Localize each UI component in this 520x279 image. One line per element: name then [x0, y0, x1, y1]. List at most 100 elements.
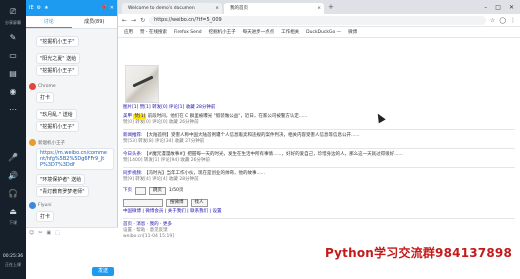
- pen-shape: [132, 75, 154, 88]
- share-screen-icon[interactable]: ⎚: [3, 4, 23, 19]
- screenshot-icon[interactable]: ⬚: [55, 230, 60, 236]
- divider: [123, 148, 515, 149]
- jump-page-button[interactable]: 跳页: [148, 187, 166, 195]
- bookmark-item[interactable]: 赞 - 在线搜索: [140, 29, 167, 35]
- chat-panel: IE ⚙ ★ 📌 ✕ 讨论 成员(89) "挖掘机小王子" "阳光之夏" 送给 …: [26, 0, 118, 279]
- bookmark-item[interactable]: 应用: [124, 29, 133, 35]
- page-content[interactable]: 图片[1] 赞[1] 转发[0] 评论[1] 收藏 28分钟前 美甲 赞[1] …: [118, 39, 520, 279]
- bookmark-item[interactable]: 挖掘机小王子: [209, 29, 236, 35]
- pin-icon[interactable]: 📌: [101, 5, 107, 11]
- tab-members[interactable]: 成员(89): [72, 16, 118, 28]
- next-page-link[interactable]: 下页: [123, 188, 132, 194]
- post-text: 前段时间，他们在 C 群里被曝光 "假装做公益"，近日，在家公司被警方认定...…: [147, 114, 308, 119]
- post-author[interactable]: 美甲: [123, 114, 132, 119]
- pen-icon[interactable]: ✎: [3, 30, 23, 45]
- weibo-post: 美甲 赞[1] 前段时间，他们在 C 群里被曝光 "假装做公益"，近日，在家公司…: [123, 114, 515, 126]
- post-image[interactable]: [125, 65, 159, 103]
- footer-links[interactable]: 中国微博 | 微博会员 | 关于我们 | 联系我们 | 设置: [123, 209, 515, 215]
- post-author[interactable]: 新闻推荐: [123, 133, 141, 138]
- weibo-post: 新闻推荐: 【大陆首例】受害人称中国大陆首例遭个人信息贩卖和违规的案件判决，相关…: [123, 133, 515, 145]
- chat-message-head: 新烟机小王子: [26, 138, 118, 147]
- avatar: [29, 202, 36, 209]
- highlighted-link[interactable]: 赞[1]: [133, 114, 147, 119]
- minimize-icon[interactable]: –: [484, 4, 487, 11]
- volume-icon[interactable]: 🔊: [3, 168, 23, 183]
- settings-icon[interactable]: ⚙: [37, 5, 41, 11]
- browser-tab[interactable]: Welcome to demo's documen ×: [122, 3, 222, 14]
- headphone-icon[interactable]: 🎧: [3, 186, 23, 201]
- chat-tabs: 讨论 成员(89): [26, 16, 117, 29]
- profile-icon[interactable]: ◯: [499, 17, 506, 24]
- bookmark-item[interactable]: DuckDuckGo —: [306, 30, 341, 35]
- weibo-post: 同步视频: 【冯时光】当年工作小伙，现在是创业的帅哥，他的故事...... 赞[…: [123, 171, 515, 183]
- image-icon[interactable]: ▣: [46, 230, 51, 236]
- new-tab-icon[interactable]: +: [328, 3, 334, 11]
- maximize-icon[interactable]: □: [495, 4, 501, 11]
- find-people-button[interactable]: 找人: [190, 199, 208, 207]
- camera-icon[interactable]: ◉: [3, 84, 23, 99]
- chat-message-list[interactable]: "挖掘机小王子" "阳光之夏" 送给 "挖掘机小王子" Chrome 打卡 "玖…: [26, 30, 118, 226]
- post-text: 【大陆首例】受害人称中国大陆首例遭个人信息贩卖和违规的案件判决，相关内容受害人信…: [143, 133, 360, 138]
- chat-username: Flyuni: [38, 203, 52, 208]
- post-text: 【冯时光】当年工作小伙，现在是创业的帅哥，他的故事......: [143, 171, 266, 176]
- chat-toolbar: ☺ ✂ ▣ ⬚: [26, 228, 118, 238]
- browser-window: Welcome to demo's documen × 我的首页 × + – □…: [118, 0, 520, 279]
- share-screen-label: 分享屏幕: [5, 20, 21, 25]
- close-window-icon[interactable]: ✕: [509, 4, 514, 11]
- page-input[interactable]: [135, 187, 146, 195]
- post-author[interactable]: 同步视频: [123, 171, 141, 176]
- bookmark-item[interactable]: 微博: [348, 29, 357, 35]
- chat-message: "青灯教育罗梦老师": [36, 186, 89, 197]
- tab-title: 我的首页: [230, 6, 248, 11]
- left-taskbar: ⎚ 分享屏幕 ✎ ▭ ▤ ◉ ⋯ 🎤 🔊 🎧 ⏏ 下课 00:25:36 正在上…: [0, 0, 26, 279]
- send-button[interactable]: 发送: [92, 267, 114, 276]
- search-weibo-button[interactable]: 搜微博: [166, 199, 188, 207]
- menu-icon[interactable]: ⋮: [510, 17, 516, 24]
- close-icon[interactable]: ×: [317, 3, 321, 14]
- close-icon[interactable]: ×: [215, 3, 219, 14]
- post-meta[interactable]: 赞[9] 转发[4] 评论[4] 收藏 28分钟前: [123, 177, 515, 183]
- browser-tab-active[interactable]: 我的首页 ×: [224, 3, 324, 14]
- chat-message: "环境保护者" 送给: [36, 174, 86, 185]
- chat-message: "挖掘机小王子": [36, 36, 79, 47]
- tab-discussion[interactable]: 讨论: [26, 16, 72, 28]
- bookmarks-bar: 应用 赞 - 在线搜索 Firefox Send 挖掘机小王子 每天进步一点点 …: [118, 27, 520, 38]
- mic-icon[interactable]: 🎤: [3, 150, 23, 165]
- emoji-icon[interactable]: ☺: [29, 230, 34, 236]
- chat-link-message[interactable]: https://m.weibo.cn/comment/hfg%5B2%5Dg6F…: [36, 148, 114, 170]
- chat-message-head: Chrome: [26, 82, 118, 91]
- post-meta[interactable]: 赞[0] 转发[0] 评论[0] 收藏 26分钟前: [123, 120, 515, 126]
- watermark-text: Python学习交流群984137898: [324, 246, 512, 260]
- chat-message: "玖月乱." 送给: [36, 109, 77, 120]
- avatar: [29, 83, 36, 90]
- bookmark-item[interactable]: Firefox Send: [174, 30, 202, 35]
- star-icon[interactable]: ☆: [490, 17, 495, 24]
- whiteboard-icon[interactable]: ▭: [3, 48, 23, 63]
- url-field[interactable]: https://weibo.cn/?tf=5_009: [149, 15, 486, 25]
- class-status: 正在上课: [5, 262, 21, 267]
- weibo-post: 今日头条: 【#魔咒漫漫故事#】把握每一天的时光，发生在生活中所有事情.....…: [123, 152, 515, 164]
- chat-input-area[interactable]: ☺ ✂ ▣ ⬚ 发送: [26, 227, 118, 279]
- back-icon[interactable]: ←: [122, 17, 127, 24]
- more-icon[interactable]: ⋯: [3, 102, 23, 117]
- chat-message: "挖掘机小王子": [36, 121, 79, 132]
- bookmark-item[interactable]: 每天进步一点点: [243, 29, 275, 35]
- post-author[interactable]: 今日头条: [123, 152, 141, 157]
- divider: [123, 167, 515, 168]
- bookmark-item[interactable]: 工作相关: [281, 29, 299, 35]
- search-input[interactable]: [123, 199, 163, 207]
- end-class-icon[interactable]: ⏏: [3, 204, 23, 219]
- chat-message: 打卡: [36, 211, 55, 222]
- close-icon[interactable]: ✕: [110, 5, 114, 11]
- star-icon[interactable]: ★: [44, 5, 48, 11]
- forward-icon[interactable]: →: [131, 17, 136, 24]
- post-actions[interactable]: 图片[1] 赞[1] 转发[0] 评论[1] 收藏 28分钟前: [123, 105, 515, 111]
- file-icon[interactable]: ▤: [3, 66, 23, 81]
- chat-message-head: Flyuni: [26, 201, 118, 210]
- post-meta[interactable]: 赞[1400] 转发[1] 评论[94] 收藏 26分钟前: [123, 158, 515, 164]
- scissors-icon[interactable]: ✂: [38, 230, 42, 236]
- ie-icon[interactable]: IE: [29, 5, 34, 11]
- avatar: [29, 139, 36, 146]
- post-meta[interactable]: 赞[53] 转发[8] 评论[34] 收藏 27分钟前: [123, 139, 515, 145]
- reload-icon[interactable]: ↻: [140, 17, 145, 24]
